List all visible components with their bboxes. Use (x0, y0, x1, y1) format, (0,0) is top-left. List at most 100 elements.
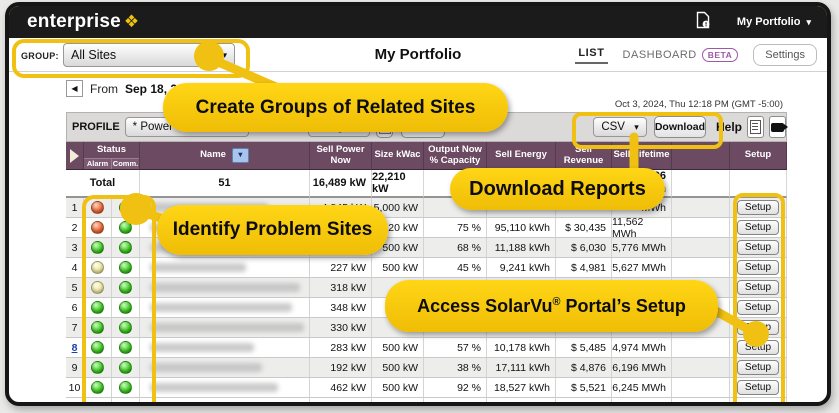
sell-lifetime-value: 5,627 MWh (612, 258, 672, 278)
setup-cell: Setup (730, 298, 787, 318)
alarm-cell (84, 258, 112, 278)
site-name-redacted[interactable] (140, 278, 310, 298)
row-number: 7 (66, 318, 84, 338)
download-button[interactable]: Download (654, 116, 706, 138)
alarm-cell (84, 318, 112, 338)
output-value: 38 % (424, 358, 487, 378)
setup-column-header: Setup (730, 142, 787, 170)
comm-status-light (119, 381, 132, 394)
row-number: 9 (66, 358, 84, 378)
setup-button[interactable]: Setup (737, 280, 779, 295)
total-size: 22,210 kW (372, 170, 424, 198)
sell-lifetime-column-header: Sell Lifetime (612, 142, 672, 170)
comm-cell (112, 198, 140, 218)
redacted-name-blur (150, 363, 262, 372)
setup-cell: Setup (730, 318, 787, 338)
partial-row-cell (487, 398, 556, 406)
previous-period-button[interactable]: ◀ (66, 80, 83, 97)
empty-cell (672, 358, 730, 378)
partial-row-cell (672, 398, 730, 406)
output-column-header: Output Now % Capacity (424, 142, 487, 170)
tab-list[interactable]: LIST (575, 45, 607, 64)
status-column-header: Status Alarm Comm. (84, 142, 140, 170)
comm-status-light (119, 361, 132, 374)
alarm-cell (84, 298, 112, 318)
alarm-status-light (91, 321, 104, 334)
size-value: 500 kW (372, 378, 424, 398)
site-name-redacted[interactable] (140, 258, 310, 278)
partial-row-cell (112, 398, 140, 406)
redacted-name-blur (150, 303, 292, 312)
help-video-button[interactable] (769, 116, 786, 138)
empty-cell (672, 218, 730, 238)
alarm-cell (84, 278, 112, 298)
site-name-redacted[interactable] (140, 338, 310, 358)
comm-cell (112, 218, 140, 238)
callout-access-setup-text: Access SolarVu (417, 296, 552, 316)
site-name-redacted[interactable] (140, 298, 310, 318)
partial-row-cell (424, 398, 487, 406)
sell-power-column-header: Sell Power Now (310, 142, 372, 170)
setup-cell: Setup (730, 238, 787, 258)
setup-button[interactable]: Setup (737, 300, 779, 315)
row-number: 4 (66, 258, 84, 278)
setup-cell: Setup (730, 258, 787, 278)
file-badge-icon[interactable] (695, 11, 711, 34)
comm-status-light (119, 341, 132, 354)
callout-access-setup-text2: Portal’s Setup (561, 296, 686, 316)
setup-button[interactable]: Setup (737, 240, 779, 255)
output-value: 92 % (424, 378, 487, 398)
help-label[interactable]: Help (716, 120, 742, 134)
redacted-name-blur (150, 283, 300, 292)
site-name-redacted[interactable] (140, 358, 310, 378)
comm-cell (112, 318, 140, 338)
settings-button[interactable]: Settings (753, 44, 817, 66)
total-empty-cell (672, 170, 730, 198)
registered-mark: ® (553, 296, 561, 308)
sell-power-value: 227 kW (310, 258, 372, 278)
empty-cell (672, 258, 730, 278)
setup-button[interactable]: Setup (737, 220, 779, 235)
alarm-status-light (91, 301, 104, 314)
site-name-redacted[interactable] (140, 318, 310, 338)
alarm-cell (84, 338, 112, 358)
sell-lifetime-value: 5,776 MWh (612, 238, 672, 258)
help-document-button[interactable] (747, 116, 764, 138)
callout-identify-problem-sites: Identify Problem Sites (157, 205, 388, 255)
setup-cell: Setup (730, 338, 787, 358)
portfolio-dropdown[interactable]: My Portfolio ▾ (737, 16, 811, 28)
name-column-header[interactable]: Name ▾ (140, 142, 310, 170)
row-number: 3 (66, 238, 84, 258)
alarm-cell (84, 218, 112, 238)
expand-column-header[interactable] (66, 142, 84, 170)
setup-button[interactable]: Setup (737, 360, 779, 375)
setup-button[interactable]: Setup (737, 320, 779, 335)
portfolio-table: Status Alarm Comm. Name ▾ Sell Power Now… (66, 142, 787, 406)
tab-dashboard-label: DASHBOARD (623, 49, 697, 61)
sort-dropdown-icon[interactable]: ▾ (232, 148, 249, 163)
setup-button[interactable]: Setup (737, 260, 779, 275)
export-format-select[interactable]: CSV ▾ (593, 117, 647, 137)
redacted-name-blur (150, 343, 254, 352)
size-value: 500 kW (372, 338, 424, 358)
setup-button[interactable]: Setup (737, 380, 779, 395)
portfolio-dropdown-label: My Portfolio (737, 16, 801, 28)
setup-button[interactable]: Setup (737, 340, 779, 355)
tab-dashboard[interactable]: DASHBOARD BETA (623, 48, 739, 62)
sell-revenue-value: $ 4,876 (556, 358, 612, 378)
site-name-redacted[interactable] (140, 378, 310, 398)
setup-button[interactable]: Setup (737, 200, 779, 215)
setup-cell: Setup (730, 218, 787, 238)
total-setup-cell (730, 170, 787, 198)
row-number[interactable]: 8 (66, 338, 84, 358)
chevron-down-icon: ▾ (634, 122, 639, 133)
partial-row-cell (372, 398, 424, 406)
setup-cell: Setup (730, 378, 787, 398)
profile-label: PROFILE (72, 121, 120, 133)
alarm-status-light (91, 381, 104, 394)
sell-revenue-value: $ 30,435 (556, 218, 612, 238)
callout-access-setup: Access SolarVu® Portal’s Setup (385, 280, 718, 332)
sell-revenue-value: $ 4,981 (556, 258, 612, 278)
sell-lifetime-value: 11,562 MWh (612, 218, 672, 238)
comm-status-light (119, 321, 132, 334)
